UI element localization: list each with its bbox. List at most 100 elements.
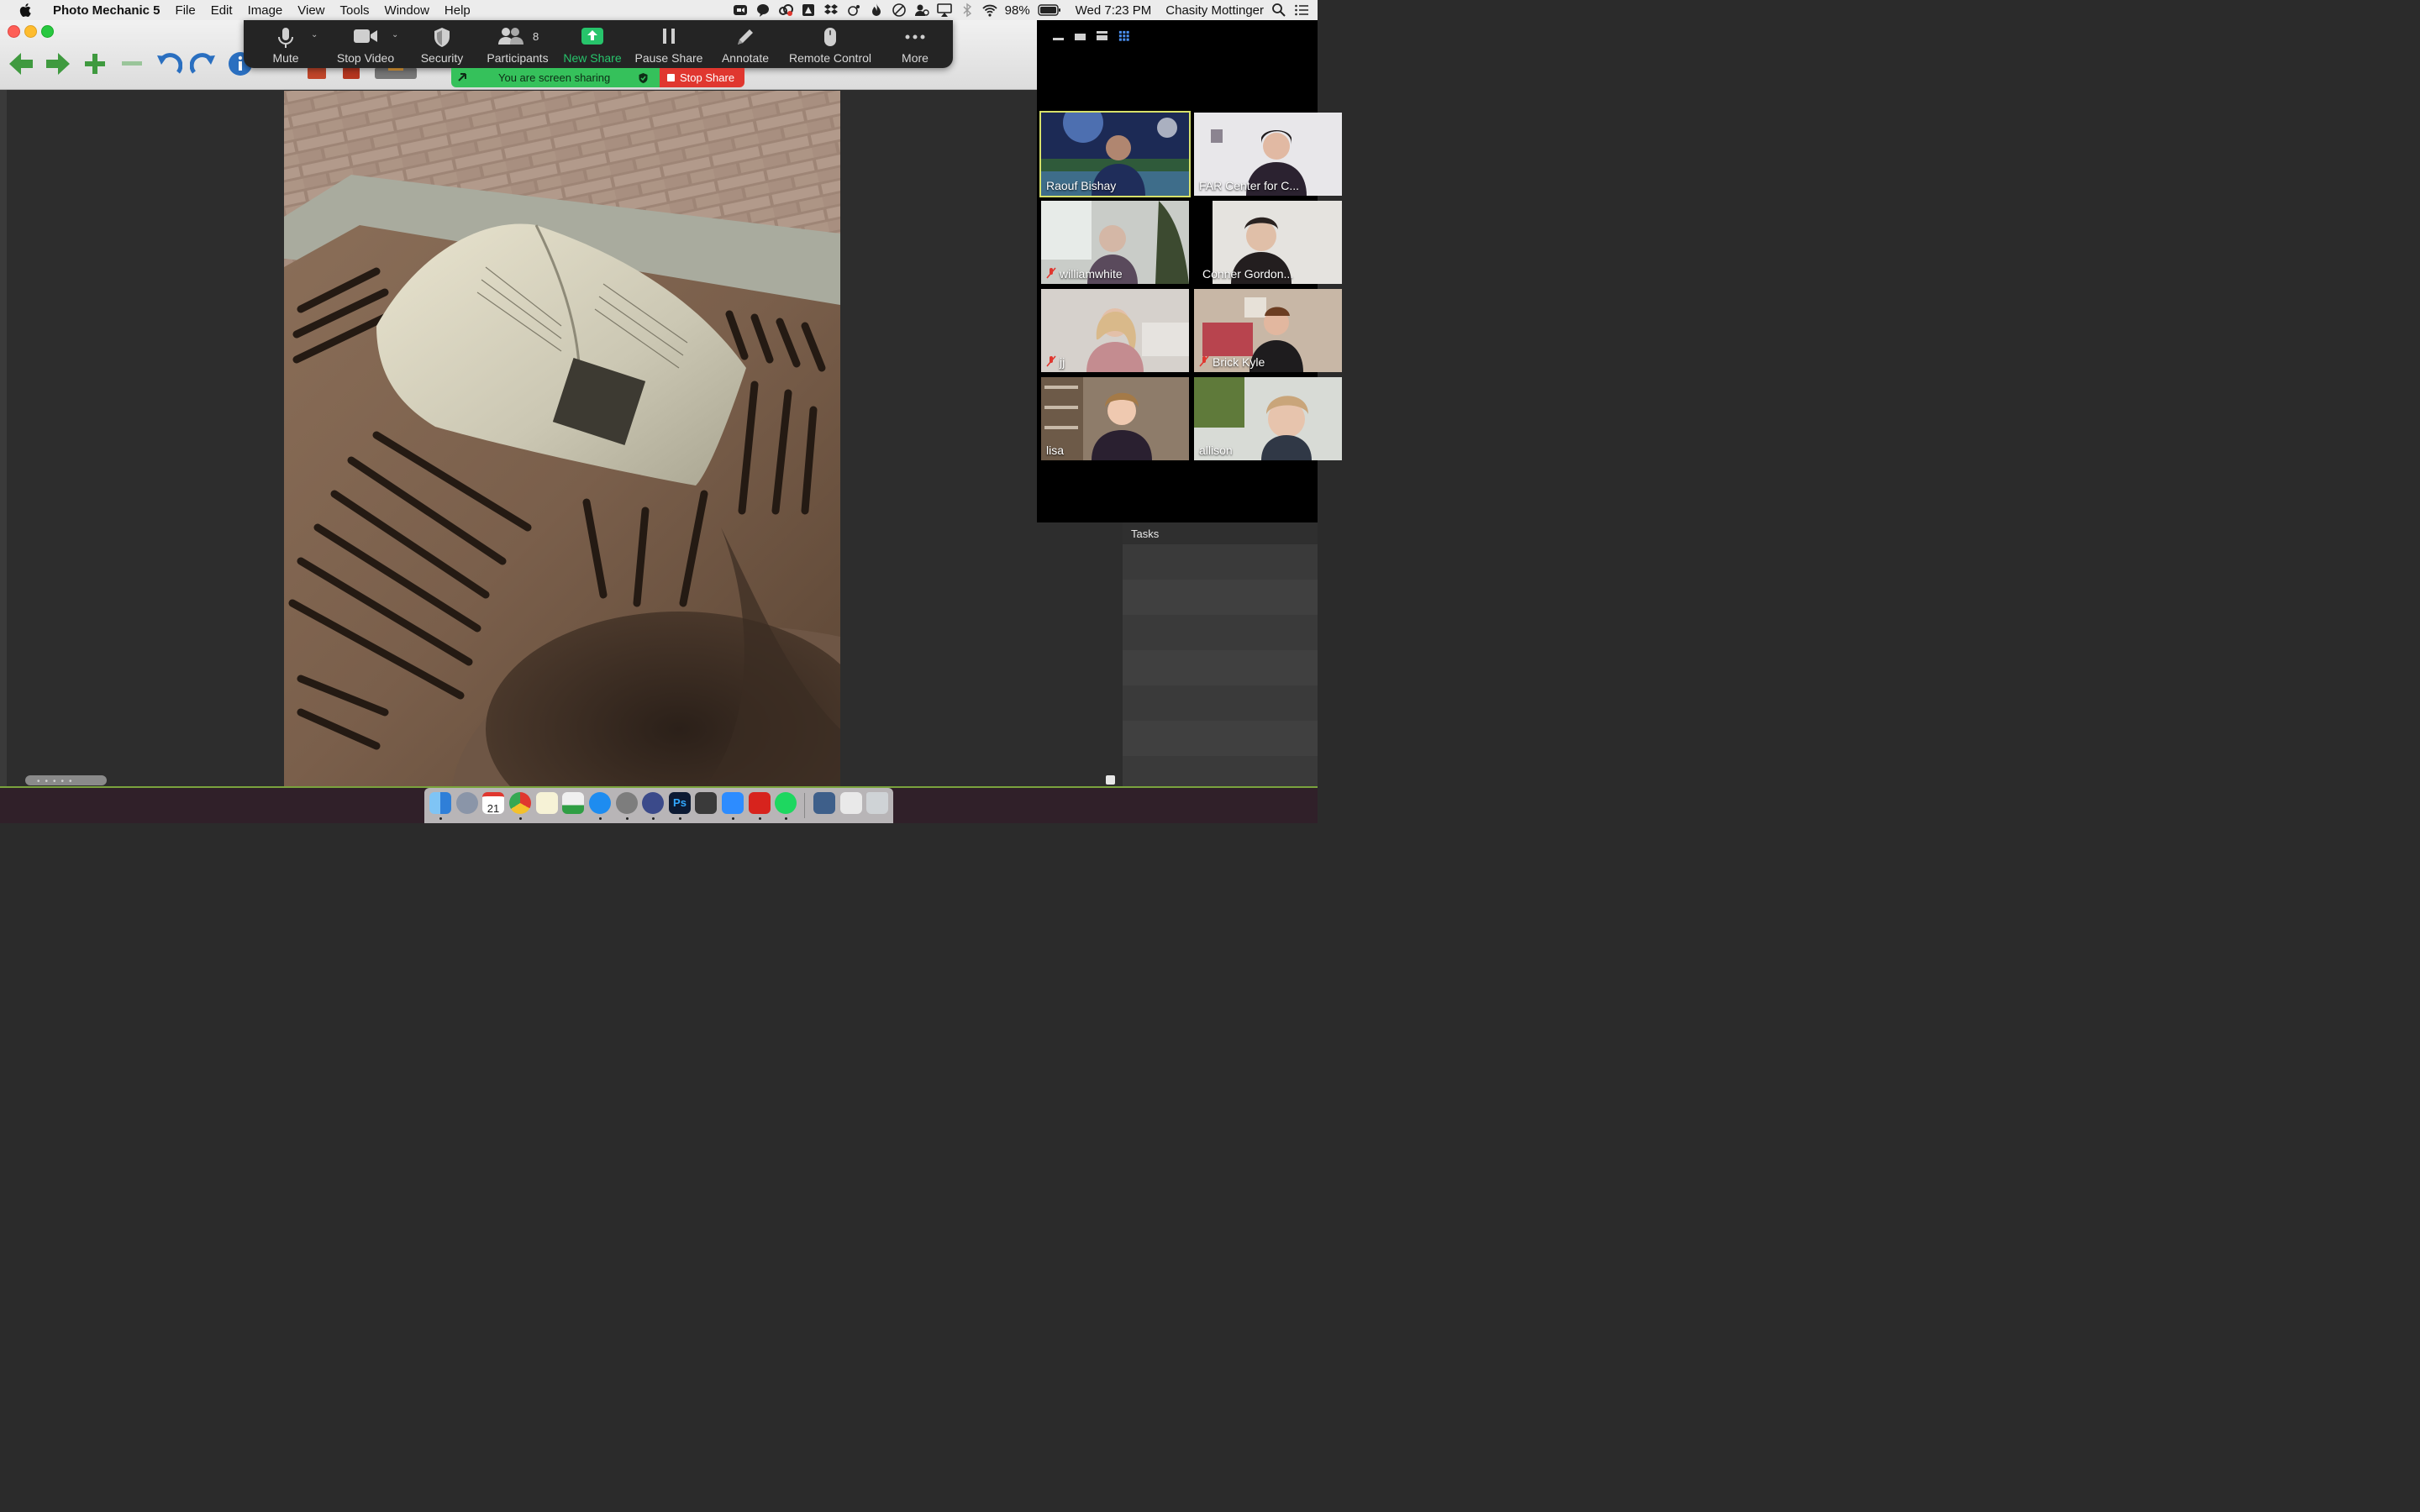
participant-tile[interactable]: Brick Kyle bbox=[1194, 289, 1342, 372]
acrobat-icon[interactable] bbox=[749, 792, 771, 814]
resize-corner[interactable] bbox=[1106, 775, 1115, 785]
user-switch-icon[interactable] bbox=[914, 3, 929, 18]
tag-tool-icon[interactable] bbox=[375, 67, 417, 79]
minimize-view-icon[interactable] bbox=[1052, 30, 1065, 42]
participant-name: allison bbox=[1199, 444, 1233, 457]
participant-tile[interactable]: allison bbox=[1194, 377, 1342, 460]
wifi-icon[interactable] bbox=[981, 3, 997, 18]
finder-icon[interactable] bbox=[429, 792, 451, 814]
participant-tile[interactable]: Conner Gordon... bbox=[1194, 201, 1342, 284]
speaker-view-icon[interactable] bbox=[1074, 30, 1087, 42]
add-icon[interactable] bbox=[82, 50, 108, 77]
shield-icon bbox=[434, 28, 450, 47]
chrome-icon[interactable] bbox=[509, 792, 531, 814]
spotify-icon[interactable] bbox=[775, 792, 797, 814]
messages-status-icon[interactable] bbox=[755, 3, 771, 18]
apple-menu-icon[interactable] bbox=[17, 2, 35, 18]
menu-file[interactable]: File bbox=[168, 3, 203, 18]
mute-button[interactable]: Mute bbox=[260, 20, 311, 68]
sync-status-icon[interactable] bbox=[846, 3, 861, 18]
muted-microphone-icon bbox=[1046, 267, 1056, 279]
horizontal-scrollbar[interactable]: ••••• bbox=[25, 775, 107, 786]
drive-status-icon[interactable] bbox=[801, 3, 816, 18]
trash-tool-icon[interactable] bbox=[343, 67, 360, 79]
airplay-icon[interactable] bbox=[936, 3, 952, 18]
participant-tile[interactable]: Raouf Bishay bbox=[1039, 111, 1191, 197]
rotate-right-icon[interactable] bbox=[190, 50, 217, 77]
notification-center-icon[interactable] bbox=[1294, 3, 1309, 18]
menu-image[interactable]: Image bbox=[240, 3, 291, 18]
participant-tile[interactable]: FAR Center for C... bbox=[1194, 113, 1342, 196]
numbers-icon[interactable] bbox=[562, 792, 584, 814]
notes-icon[interactable] bbox=[536, 792, 558, 814]
menu-window[interactable]: Window bbox=[377, 3, 437, 18]
participant-name: Raouf Bishay bbox=[1046, 179, 1117, 192]
back-arrow-icon[interactable] bbox=[8, 50, 34, 77]
calendar-icon[interactable]: 21 bbox=[482, 792, 504, 815]
photo-mechanic-icon[interactable] bbox=[642, 792, 664, 814]
app-store-icon[interactable] bbox=[589, 792, 611, 814]
preview-icon[interactable] bbox=[813, 792, 835, 814]
participants-button[interactable]: 8 Participants bbox=[482, 20, 553, 68]
gallery-view-icon[interactable] bbox=[1118, 30, 1131, 42]
participants-count: 8 bbox=[533, 30, 539, 43]
photoshop-icon[interactable]: Ps bbox=[669, 792, 691, 814]
files-icon[interactable] bbox=[840, 792, 862, 814]
menu-view[interactable]: View bbox=[290, 3, 332, 18]
participant-tile[interactable]: lisa bbox=[1041, 377, 1189, 460]
flame-status-icon[interactable] bbox=[869, 3, 884, 18]
screen-capture-icon[interactable] bbox=[695, 792, 717, 814]
menu-tools[interactable]: Tools bbox=[333, 3, 377, 18]
pencil-icon bbox=[738, 29, 753, 45]
forward-arrow-icon[interactable] bbox=[45, 50, 71, 77]
menu-clock[interactable]: Wed 7:23 PM bbox=[1076, 3, 1152, 18]
participants-icon bbox=[497, 28, 523, 45]
do-not-disturb-icon[interactable] bbox=[892, 3, 907, 18]
window-minimize-button[interactable] bbox=[24, 25, 37, 38]
trash-icon[interactable] bbox=[866, 792, 888, 814]
new-share-button[interactable]: New Share bbox=[560, 20, 625, 68]
security-shield-check-icon bbox=[639, 73, 648, 83]
pause-share-button[interactable]: Pause Share bbox=[634, 20, 704, 68]
menu-edit[interactable]: Edit bbox=[203, 3, 240, 18]
menu-app-name[interactable]: Photo Mechanic 5 bbox=[45, 3, 168, 18]
remote-control-button[interactable]: Remote Control bbox=[786, 20, 874, 68]
zoom-icon[interactable] bbox=[722, 792, 744, 814]
launchpad-icon[interactable] bbox=[456, 792, 478, 814]
participant-tile[interactable]: jj bbox=[1041, 289, 1189, 372]
participant-name: lisa bbox=[1046, 444, 1065, 457]
menu-help[interactable]: Help bbox=[437, 3, 478, 18]
stop-share-button[interactable]: Stop Share bbox=[660, 68, 744, 87]
window-close-button[interactable] bbox=[8, 25, 20, 38]
screen-sharing-status[interactable]: You are screen sharing bbox=[451, 68, 660, 87]
video-options-chevron-icon[interactable]: ⌄ bbox=[392, 30, 398, 39]
color-class-icon[interactable] bbox=[308, 67, 326, 79]
muted-microphone-icon bbox=[1199, 355, 1209, 367]
security-button[interactable]: Security bbox=[417, 20, 467, 68]
more-dots-icon bbox=[905, 34, 925, 39]
bluetooth-icon[interactable] bbox=[960, 3, 975, 18]
tasks-panel-header[interactable]: Tasks bbox=[1123, 522, 1318, 545]
dropbox-icon[interactable] bbox=[823, 3, 839, 18]
annotate-button[interactable]: Annotate bbox=[718, 20, 773, 68]
battery-icon[interactable] bbox=[1037, 4, 1061, 16]
stop-video-button[interactable]: Stop Video bbox=[331, 20, 400, 68]
more-button[interactable]: More bbox=[894, 20, 936, 68]
spotlight-search-icon[interactable] bbox=[1271, 3, 1286, 18]
strip-view-icon[interactable] bbox=[1096, 30, 1109, 42]
creative-cloud-icon[interactable] bbox=[778, 3, 793, 18]
photo-image bbox=[284, 91, 840, 786]
mute-options-chevron-icon[interactable]: ⌄ bbox=[311, 30, 318, 39]
participant-name: Conner Gordon... bbox=[1202, 267, 1294, 281]
system-preferences-icon[interactable] bbox=[616, 792, 638, 814]
participant-tile[interactable]: williamwhite bbox=[1041, 201, 1189, 284]
zoom-status-icon[interactable] bbox=[733, 3, 748, 18]
remove-icon[interactable] bbox=[118, 50, 145, 77]
participant-name: Brick Kyle bbox=[1213, 355, 1265, 369]
menu-user-name[interactable]: Chasity Mottinger bbox=[1165, 3, 1264, 18]
rotate-left-icon[interactable] bbox=[155, 50, 182, 77]
dock-separator bbox=[804, 793, 805, 818]
window-zoom-button[interactable] bbox=[41, 25, 54, 38]
stop-icon bbox=[667, 74, 675, 81]
collapse-arrow-icon[interactable] bbox=[456, 71, 468, 83]
